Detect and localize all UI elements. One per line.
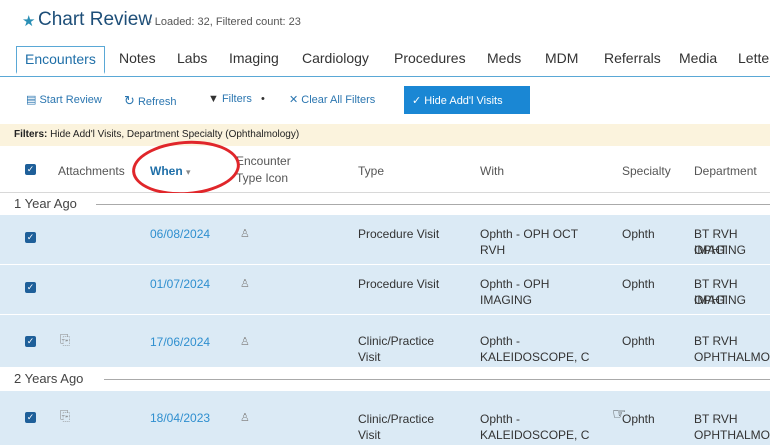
row-checkbox[interactable]: ✓ bbox=[25, 232, 36, 243]
table-row[interactable]: ✓ ⎘ 17/06/2024 ♙ Clinic/Practice Visit O… bbox=[0, 315, 770, 368]
row-date-link[interactable]: 01/07/2024 bbox=[150, 276, 210, 292]
row-checkbox[interactable]: ✓ bbox=[25, 412, 36, 423]
row-with-l1: Ophth - OPH OCT bbox=[480, 227, 579, 241]
tab-cardiology[interactable]: Cardiology bbox=[302, 50, 369, 66]
row-checkbox[interactable]: ✓ bbox=[25, 336, 36, 347]
tab-encounters[interactable]: Encounters bbox=[16, 46, 105, 74]
row-specialty: Ophth bbox=[622, 277, 655, 291]
row-with-l1: Ophth - bbox=[480, 334, 521, 348]
select-all-checkbox[interactable]: ✓ bbox=[25, 164, 36, 175]
row-type-l2: Visit bbox=[358, 350, 381, 364]
group-divider bbox=[96, 204, 770, 205]
column-attachments[interactable]: Attachments bbox=[58, 164, 125, 178]
encounter-type-icon: ♙ bbox=[240, 335, 250, 348]
hide-addl-visits-toggle[interactable]: ✓ Hide Add'l Visits bbox=[404, 86, 530, 114]
table-row[interactable]: ✓ 06/08/2024 ♙ Procedure Visit Ophth - O… bbox=[0, 215, 770, 265]
paperclip-icon[interactable]: ⎘ bbox=[60, 333, 70, 349]
row-department-l2: OPHTHALMO bbox=[694, 428, 770, 442]
column-department[interactable]: Department bbox=[694, 164, 757, 178]
row-department-l2: OPHTHALMO bbox=[694, 350, 770, 364]
row-with-l2: RVH bbox=[480, 243, 506, 257]
row-specialty: Ophth bbox=[622, 412, 655, 426]
filters-button[interactable]: ▼ Filters • bbox=[208, 93, 265, 105]
page-subtitle: - Loaded: 32, Filtered count: 23 bbox=[148, 16, 301, 28]
row-type-l1: Clinic/Practice bbox=[358, 334, 435, 348]
pin-icon[interactable]: ★ bbox=[22, 12, 35, 30]
table-header: ✓ Attachments When ▾ Encounter Type Icon… bbox=[0, 148, 770, 193]
group-header[interactable]: 1 Year Ago bbox=[0, 193, 770, 215]
page-title: Chart Review bbox=[38, 9, 153, 30]
row-with-l1: Ophth - OPH bbox=[480, 277, 550, 291]
row-date-link[interactable]: 06/08/2024 bbox=[150, 226, 210, 242]
dropdown-icon: • bbox=[260, 93, 265, 105]
tab-meds[interactable]: Meds bbox=[487, 50, 521, 66]
table-row[interactable]: ✓ ⎘ 18/04/2023 ♙ Clinic/Practice Visit O… bbox=[0, 391, 770, 445]
row-with-l2: KALEIDOSCOPE, C bbox=[480, 350, 590, 364]
row-department-l1: BT RVH bbox=[694, 412, 738, 426]
toolbar: ▤ Start Review ↻ Refresh ▼ Filters • ✕ C… bbox=[0, 82, 770, 118]
row-with-l1: Ophth - bbox=[480, 412, 521, 426]
clear-filter-icon: ✕ bbox=[289, 94, 299, 106]
column-encounter-type-icon-l1[interactable]: Encounter bbox=[236, 154, 291, 168]
row-type-l2: Visit bbox=[358, 428, 381, 442]
group-header[interactable]: 2 Years Ago bbox=[0, 368, 770, 390]
column-specialty[interactable]: Specialty bbox=[622, 164, 671, 178]
tab-labs[interactable]: Labs bbox=[177, 50, 207, 66]
row-date-link[interactable]: 17/06/2024 bbox=[150, 334, 210, 350]
encounter-type-icon: ♙ bbox=[240, 277, 250, 290]
row-specialty: Ophth bbox=[622, 334, 655, 348]
check-icon: ✓ bbox=[412, 95, 422, 107]
row-with-l2: IMAGING bbox=[480, 293, 533, 307]
tab-mdm[interactable]: MDM bbox=[545, 50, 578, 66]
row-date-link[interactable]: 18/04/2023 bbox=[150, 410, 210, 426]
mouse-cursor-icon: ☞ bbox=[612, 406, 627, 423]
row-specialty: Ophth bbox=[622, 227, 655, 241]
tab-procedures[interactable]: Procedures bbox=[394, 50, 466, 66]
tab-imaging[interactable]: Imaging bbox=[229, 50, 279, 66]
group-divider bbox=[104, 379, 770, 380]
table-row[interactable]: ✓ 01/07/2024 ♙ Procedure Visit Ophth - O… bbox=[0, 265, 770, 315]
row-type: Procedure Visit bbox=[358, 227, 440, 241]
start-review-button[interactable]: ▤ Start Review bbox=[26, 93, 102, 106]
row-department-l1: BT RVH bbox=[694, 334, 738, 348]
row-checkbox[interactable]: ✓ bbox=[25, 282, 36, 293]
row-department-l2: IMAGING bbox=[694, 293, 747, 307]
tab-bar: Encounters Notes Labs Imaging Cardiology… bbox=[0, 46, 770, 77]
tab-media[interactable]: Media bbox=[679, 50, 717, 66]
filter-banner: Filters: Hide Add'l Visits, Department S… bbox=[0, 124, 770, 146]
encounter-type-icon: ♙ bbox=[240, 411, 250, 424]
review-icon: ▤ bbox=[26, 94, 37, 106]
encounter-type-icon: ♙ bbox=[240, 227, 250, 240]
row-department-l2: IMAGING bbox=[694, 243, 747, 257]
refresh-icon: ↻ bbox=[124, 93, 135, 108]
row-type: Procedure Visit bbox=[358, 277, 440, 291]
refresh-button[interactable]: ↻ Refresh bbox=[124, 93, 177, 109]
column-type[interactable]: Type bbox=[358, 164, 384, 178]
row-with-l2: KALEIDOSCOPE, C bbox=[480, 428, 590, 442]
filter-icon: ▼ bbox=[208, 93, 219, 105]
paperclip-icon[interactable]: ⎘ bbox=[60, 409, 70, 425]
clear-all-filters-button[interactable]: ✕ Clear All Filters bbox=[289, 93, 375, 106]
tab-referrals[interactable]: Referrals bbox=[604, 50, 661, 66]
column-encounter-type-icon-l2[interactable]: Type Icon bbox=[236, 171, 288, 185]
tab-letters[interactable]: Lette bbox=[738, 50, 769, 66]
tab-notes[interactable]: Notes bbox=[119, 50, 156, 66]
column-with[interactable]: With bbox=[480, 164, 504, 178]
row-type-l1: Clinic/Practice bbox=[358, 412, 435, 426]
